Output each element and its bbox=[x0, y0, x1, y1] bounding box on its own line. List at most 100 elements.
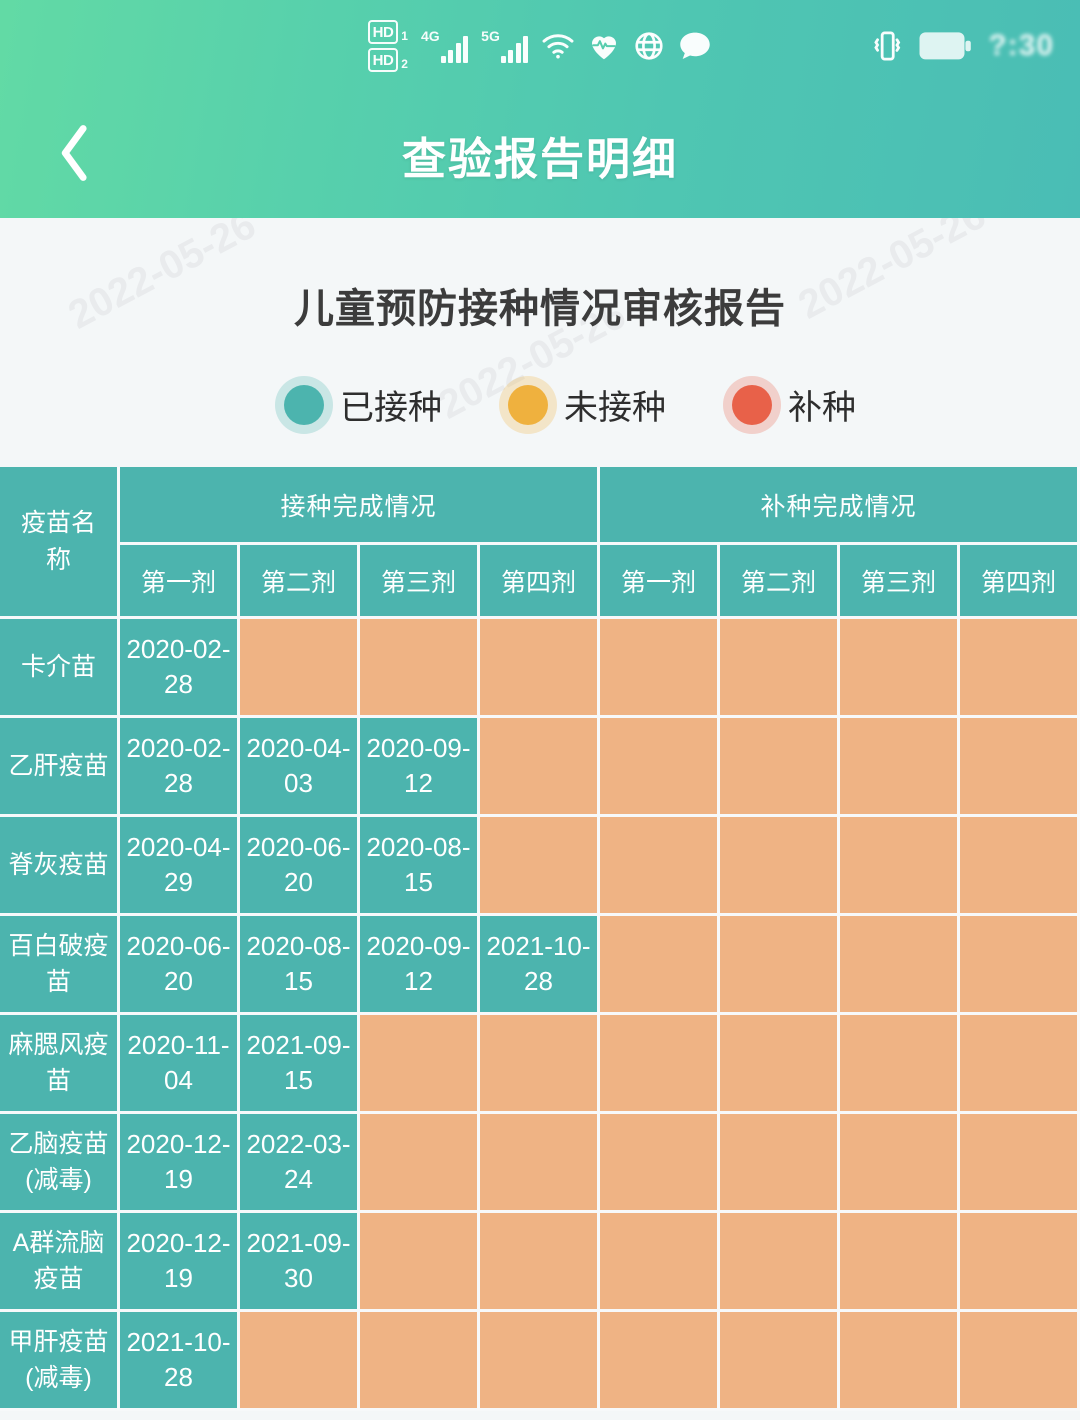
cell-vaccination-dose-2: 2022-03-24 bbox=[240, 1114, 360, 1213]
status-bar-left-icons: HD 1 HD 2 4G 5G bbox=[367, 20, 713, 72]
hd2-icon: HD 2 bbox=[367, 48, 408, 72]
table-dose-header-row: 第一剂 第二剂 第三剂 第四剂 第一剂 第二剂 第三剂 第四剂 bbox=[0, 545, 1080, 619]
table-row: 乙肝疫苗 2020-02-28 2020-04-03 2020-09-12 bbox=[0, 718, 1080, 817]
cell-catchup-dose-2 bbox=[720, 1015, 840, 1114]
legend-item-vaccinated: 已接种 bbox=[275, 375, 442, 434]
cell-vaccination-dose-4 bbox=[480, 1114, 600, 1213]
cell-catchup-dose-3 bbox=[840, 817, 960, 916]
cell-vaccination-dose-4 bbox=[480, 1213, 600, 1312]
cell-vaccination-dose-4: 2021-10-28 bbox=[480, 916, 600, 1015]
cell-vaccination-dose-3 bbox=[360, 1213, 480, 1312]
column-header-vaccination-dose-4: 第四剂 bbox=[480, 545, 600, 619]
cell-catchup-dose-4 bbox=[960, 1114, 1080, 1213]
cell-vaccination-dose-1: 2020-02-28 bbox=[120, 619, 240, 718]
clock-time: ?:30 bbox=[988, 29, 1054, 62]
cell-catchup-dose-1 bbox=[600, 1114, 720, 1213]
column-group-header-catchup: 补种完成情况 bbox=[600, 467, 1080, 545]
cell-vaccine-name: 甲肝疫苗(减毒) bbox=[0, 1312, 120, 1411]
heartbeat-icon bbox=[588, 31, 620, 61]
cell-vaccination-dose-1: 2020-11-04 bbox=[120, 1015, 240, 1114]
cell-vaccination-dose-4 bbox=[480, 1015, 600, 1114]
status-bar: HD 1 HD 2 4G 5G ?:30 bbox=[0, 0, 1080, 92]
table-row: 麻腮风疫苗 2020-11-04 2021-09-15 bbox=[0, 1015, 1080, 1114]
cell-catchup-dose-2 bbox=[720, 1312, 840, 1411]
cell-catchup-dose-1 bbox=[600, 718, 720, 817]
hd-indicators: HD 1 HD 2 bbox=[367, 20, 408, 72]
legend: 已接种 未接种 补种 bbox=[0, 375, 1080, 434]
cell-catchup-dose-4 bbox=[960, 718, 1080, 817]
table-row: 甲肝疫苗(减毒) 2021-10-28 bbox=[0, 1312, 1080, 1411]
cell-catchup-dose-4 bbox=[960, 1015, 1080, 1114]
app-root: HD 1 HD 2 4G 5G ?:30 查验报告明细 2022-05-26 2… bbox=[0, 0, 1080, 1420]
signal-4g-icon: 4G bbox=[421, 29, 469, 63]
cell-vaccination-dose-3: 2020-09-12 bbox=[360, 916, 480, 1015]
cell-vaccine-name: A群流脑疫苗 bbox=[0, 1213, 120, 1312]
cell-catchup-dose-2 bbox=[720, 1114, 840, 1213]
legend-label-vaccinated: 已接种 bbox=[340, 389, 442, 427]
report-title: 儿童预防接种情况审核报告 bbox=[294, 287, 786, 331]
cell-catchup-dose-3 bbox=[840, 1312, 960, 1411]
legend-label-catch-up: 补种 bbox=[788, 389, 856, 427]
battery-icon bbox=[918, 30, 972, 62]
cell-catchup-dose-1 bbox=[600, 916, 720, 1015]
cell-catchup-dose-1 bbox=[600, 1213, 720, 1312]
cell-vaccine-name: 乙肝疫苗 bbox=[0, 718, 120, 817]
hd1-index: 1 bbox=[401, 29, 408, 43]
table-head: 疫苗名称 接种完成情况 补种完成情况 第一剂 第二剂 第三剂 第四剂 第一剂 第二剂 第三剂… bbox=[0, 467, 1080, 619]
legend-dot-vaccinated bbox=[275, 375, 333, 434]
column-header-vaccine-name: 疫苗名称 bbox=[0, 467, 120, 619]
cell-vaccination-dose-1: 2020-12-19 bbox=[120, 1114, 240, 1213]
signal-5g-icon: 5G bbox=[481, 28, 529, 63]
cell-vaccination-dose-2: 2020-06-20 bbox=[240, 817, 360, 916]
cell-vaccination-dose-4 bbox=[480, 1312, 600, 1411]
cell-vaccine-name: 麻腮风疫苗 bbox=[0, 1015, 120, 1114]
vaccination-table: 疫苗名称 接种完成情况 补种完成情况 第一剂 第二剂 第三剂 第四剂 第一剂 第二剂 第三剂… bbox=[0, 467, 1080, 1411]
wifi-icon bbox=[541, 32, 575, 60]
cell-catchup-dose-1 bbox=[600, 1312, 720, 1411]
cell-vaccine-name: 脊灰疫苗 bbox=[0, 817, 120, 916]
table-row: 乙脑疫苗(减毒) 2020-12-19 2022-03-24 bbox=[0, 1114, 1080, 1213]
cell-vaccination-dose-1: 2020-02-28 bbox=[120, 718, 240, 817]
signal-5g-bars bbox=[500, 33, 529, 63]
cell-vaccination-dose-1: 2020-12-19 bbox=[120, 1213, 240, 1312]
table-row: 百白破疫苗 2020-06-20 2020-08-15 2020-09-12 2021-… bbox=[0, 916, 1080, 1015]
cell-vaccination-dose-1: 2020-06-20 bbox=[120, 916, 240, 1015]
cell-vaccination-dose-1: 2020-04-29 bbox=[120, 817, 240, 916]
column-header-vaccination-dose-2: 第二剂 bbox=[240, 545, 360, 619]
column-header-vaccination-dose-3: 第三剂 bbox=[360, 545, 480, 619]
cell-catchup-dose-1 bbox=[600, 1015, 720, 1114]
cell-vaccine-name: 卡介苗 bbox=[0, 619, 120, 718]
cell-vaccination-dose-3: 2020-09-12 bbox=[360, 718, 480, 817]
cell-catchup-dose-3 bbox=[840, 1015, 960, 1114]
signal-5g-label: 5G bbox=[481, 28, 500, 44]
table-body: 卡介苗 2020-02-28 乙肝疫苗 2020-02-28 2020-04-03 202… bbox=[0, 619, 1080, 1411]
cell-vaccine-name: 百白破疫苗 bbox=[0, 916, 120, 1015]
column-group-header-vaccination: 接种完成情况 bbox=[120, 467, 600, 545]
cell-vaccination-dose-1: 2021-10-28 bbox=[120, 1312, 240, 1411]
column-header-catchup-dose-1: 第一剂 bbox=[600, 545, 720, 619]
table-group-header-row: 疫苗名称 接种完成情况 补种完成情况 bbox=[0, 467, 1080, 619]
page-body: 2022-05-26 2022-05-26 2022-05-26 2022-05… bbox=[0, 218, 1080, 1420]
table-row: 脊灰疫苗 2020-04-29 2020-06-20 2020-08-15 bbox=[0, 817, 1080, 916]
cell-catchup-dose-4 bbox=[960, 1312, 1080, 1411]
cell-vaccination-dose-3 bbox=[360, 1114, 480, 1213]
cell-catchup-dose-3 bbox=[840, 718, 960, 817]
status-bar-right-icons: ?:30 bbox=[872, 28, 1054, 64]
cell-vaccination-dose-4 bbox=[480, 817, 600, 916]
table-row: 卡介苗 2020-02-28 bbox=[0, 619, 1080, 718]
cell-vaccination-dose-3 bbox=[360, 1312, 480, 1411]
cell-vaccination-dose-2: 2021-09-15 bbox=[240, 1015, 360, 1114]
legend-item-not-vaccinated: 未接种 bbox=[499, 375, 666, 434]
cell-catchup-dose-3 bbox=[840, 916, 960, 1015]
cell-vaccination-dose-3: 2020-08-15 bbox=[360, 817, 480, 916]
column-header-catchup-dose-4: 第四剂 bbox=[960, 545, 1080, 619]
cell-catchup-dose-2 bbox=[720, 1213, 840, 1312]
cell-catchup-dose-1 bbox=[600, 817, 720, 916]
cell-vaccine-name: 乙脑疫苗(减毒) bbox=[0, 1114, 120, 1213]
cell-catchup-dose-2 bbox=[720, 619, 840, 718]
message-bubble-icon bbox=[678, 30, 712, 62]
top-header: HD 1 HD 2 4G 5G ?:30 查验报告明细 bbox=[0, 0, 1080, 218]
table-row: A群流脑疫苗 2020-12-19 2021-09-30 bbox=[0, 1213, 1080, 1312]
cell-catchup-dose-1 bbox=[600, 619, 720, 718]
cell-vaccination-dose-4 bbox=[480, 718, 600, 817]
